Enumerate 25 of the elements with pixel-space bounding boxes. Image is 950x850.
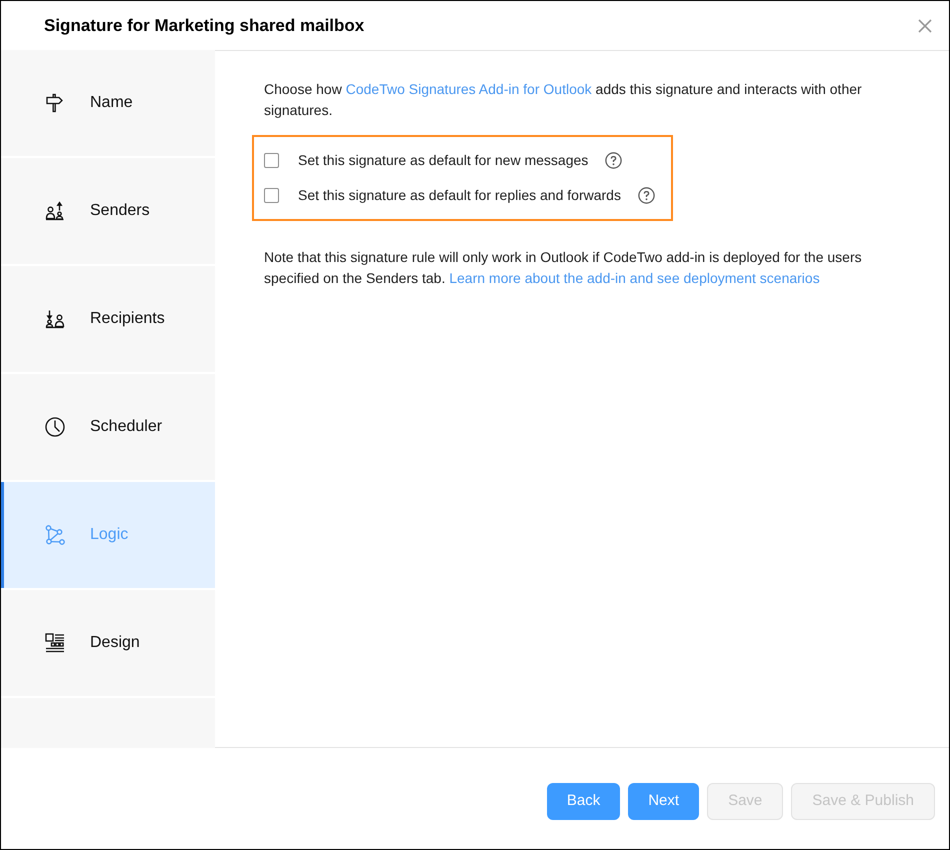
sidebar-tab[interactable]: Scheduler xyxy=(1,374,215,480)
sidebar-tab[interactable]: Logic xyxy=(1,482,215,588)
sidebar-tab[interactable]: Name xyxy=(1,50,215,156)
clock-icon xyxy=(44,416,66,438)
connected-nodes-icon xyxy=(44,524,66,546)
sidebar-tab[interactable]: Senders xyxy=(1,158,215,264)
checkbox-label: Set this signature as default for replies and forwards xyxy=(298,186,621,205)
footer-button[interactable]: Next xyxy=(628,783,700,820)
sidebar-tab[interactable]: Design xyxy=(1,590,215,696)
checkbox-label: Set this signature as default for new messages xyxy=(298,151,588,170)
add-in-link[interactable]: CodeTwo Signatures Add-in for Outlook xyxy=(346,81,592,97)
checkbox[interactable] xyxy=(264,188,279,203)
sidebar-tab[interactable]: Recipients xyxy=(1,266,215,372)
help-icon[interactable] xyxy=(605,152,622,169)
dialog-title: Signature for Marketing shared mailbox xyxy=(44,14,364,37)
footer-button[interactable]: Back xyxy=(546,783,620,820)
people-down-arrow-icon xyxy=(44,308,66,330)
learn-more-link[interactable]: Learn more about the add-in and see deployment scenarios xyxy=(449,270,820,286)
layout-icon xyxy=(44,632,66,654)
checkbox[interactable] xyxy=(264,153,279,168)
help-icon[interactable] xyxy=(638,187,655,204)
close-icon xyxy=(918,18,932,32)
intro-text: Choose how CodeTwo Signatures Add-in for Outlook adds this signature and interacts with other signatures. xyxy=(264,80,863,120)
note-text: Note that this signature rule will only work in Outlook if CodeTwo add-in is deployed for the users specified on the Senders tab. Learn more about the add-in and see deployment scenarios xyxy=(264,248,863,288)
people-up-arrow-icon xyxy=(44,200,66,222)
